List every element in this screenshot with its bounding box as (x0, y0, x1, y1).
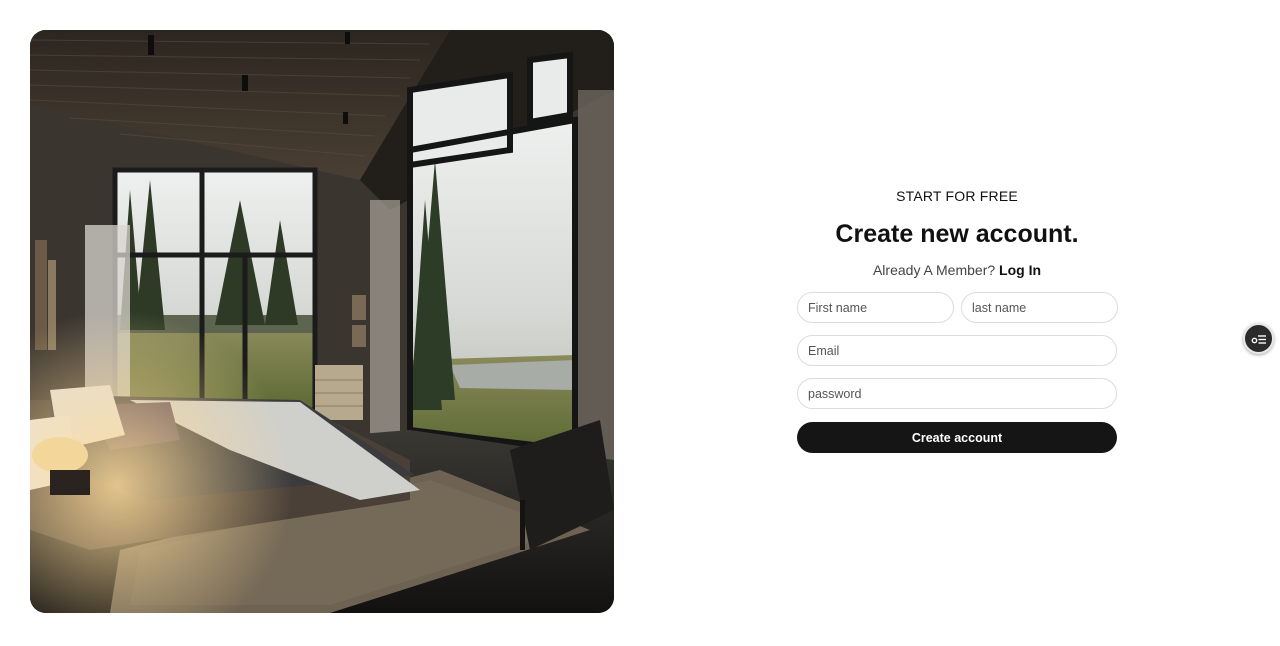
signup-page: START FOR FREE Create new account. Alrea… (0, 0, 1280, 646)
password-input[interactable] (797, 378, 1117, 409)
hero-bedroom-image (30, 30, 614, 613)
floating-settings-button[interactable] (1243, 323, 1274, 354)
bedroom-illustration (30, 30, 614, 613)
signup-form: START FOR FREE Create new account. Alrea… (797, 186, 1118, 453)
first-name-input[interactable] (797, 292, 954, 323)
password-row (797, 378, 1117, 409)
email-input[interactable] (797, 335, 1117, 366)
settings-list-icon (1251, 334, 1266, 344)
member-prompt-text: Already A Member? (872, 262, 996, 278)
name-row (797, 292, 1118, 323)
last-name-input[interactable] (961, 292, 1118, 323)
create-account-button[interactable]: Create account (797, 422, 1117, 453)
page-title: Create new account. (835, 220, 1079, 248)
member-prompt: Already A Member? Log In (797, 260, 1117, 280)
email-row (797, 335, 1117, 366)
eyebrow-text: START FOR FREE (896, 188, 1018, 204)
login-link[interactable]: Log In (999, 262, 1041, 278)
